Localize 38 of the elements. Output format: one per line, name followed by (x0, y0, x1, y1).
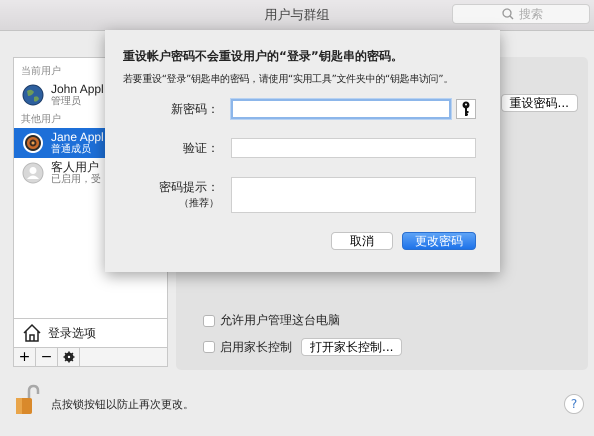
checkbox-label: 启用家长控制 (220, 338, 292, 356)
checkbox[interactable] (203, 314, 215, 326)
user-silhouette-icon (22, 162, 44, 184)
checkbox-label: 允许用户管理这台电脑 (220, 312, 340, 329)
padlock-icon (13, 384, 41, 416)
password-field[interactable] (231, 99, 451, 119)
help-button[interactable]: ? (564, 394, 584, 414)
house-icon (22, 323, 42, 343)
reset-password-button[interactable]: 重设密码... (500, 94, 578, 112)
parental-controls-button[interactable]: 打开家长控制... (301, 338, 402, 356)
dialog-message: 若要重设“登录”钥匙串的密码，请使用“实用工具”文件夹中的“钥匙串访问”。 (123, 72, 454, 86)
window-title: 用户与群组 (264, 7, 330, 24)
user-name: Jane Appl (51, 130, 104, 144)
user-role: 管理员 (51, 96, 82, 108)
dialog-title: 重设帐户密码不会重设用户的“登录”钥匙串的密码。 (123, 48, 404, 65)
password-field[interactable] (231, 138, 476, 158)
cancel-button[interactable]: 取消 (331, 232, 393, 250)
user-role: 普通成员 (51, 144, 92, 156)
field-label: 密码提示： (158, 179, 219, 196)
search-field[interactable]: 搜索 (452, 4, 590, 24)
user-role: 已启用，受 (51, 174, 101, 186)
field-sublabel: （推荐） (178, 197, 219, 211)
search-icon (502, 8, 514, 20)
user-name: 客人用户 (51, 160, 100, 174)
field-label: 新密码： (170, 101, 219, 118)
user-name: John Appl (51, 82, 104, 96)
section-header: 当前用户 (20, 64, 62, 79)
login-options-label: 登录选项 (48, 324, 96, 342)
password-assistant-button[interactable] (456, 99, 476, 119)
section-header: 其他用户 (20, 112, 62, 127)
field-label: 验证： (182, 140, 219, 157)
lock-hint-text: 点按锁按钮以防止再次更改。 (51, 396, 195, 412)
checkbox[interactable] (203, 341, 215, 353)
gear-icon (62, 351, 74, 363)
key-icon (462, 101, 470, 117)
hint-field[interactable] (231, 177, 476, 213)
globe-icon (22, 84, 44, 106)
target-icon (22, 132, 44, 154)
